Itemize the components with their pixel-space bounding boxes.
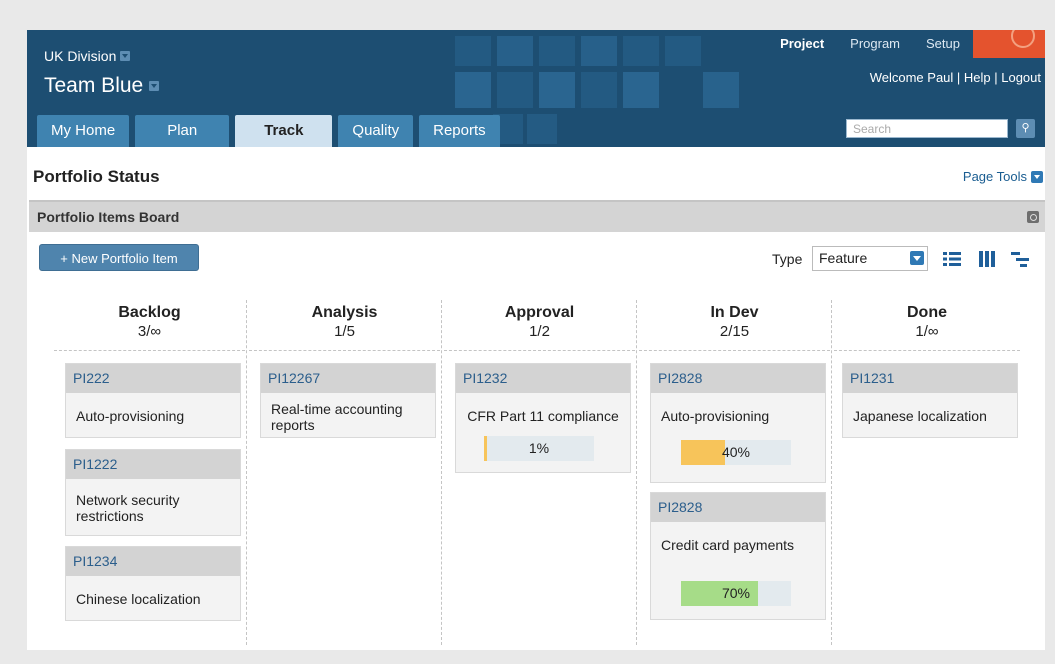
progress-label: 40%: [721, 444, 751, 460]
gantt-view-icon[interactable]: [1010, 249, 1030, 269]
nav-tab-reports[interactable]: Reports: [419, 115, 500, 147]
user-links[interactable]: Welcome Paul | Help | Logout: [870, 70, 1041, 85]
card-title: CFR Part 11 compliance: [467, 408, 619, 424]
type-select-value: Feature: [819, 250, 868, 266]
column-title: Backlog: [118, 304, 181, 321]
column-title: Approval: [504, 304, 575, 321]
portfolio-card[interactable]: PI222 Auto-provisioning: [65, 363, 241, 438]
list-view-icon[interactable]: [942, 249, 962, 269]
division-label: UK Division: [44, 48, 117, 64]
progress-bar: 1%: [484, 436, 594, 461]
card-title: Credit card payments: [661, 537, 795, 553]
type-label: Type: [772, 251, 803, 267]
column-title: Analysis: [311, 304, 378, 321]
portfolio-card[interactable]: PI12267 Real-time accounting reports: [260, 363, 436, 438]
column-count: 1/5: [334, 323, 355, 340]
tab-setup[interactable]: Setup: [913, 30, 973, 58]
app-window: UK Division Team Blue Project Program Se…: [27, 30, 1045, 650]
chevron-down-icon: [120, 51, 131, 61]
nav-tab-plan[interactable]: Plan: [135, 115, 230, 147]
board-column-done: Done 1/∞ PI1231 Japanese localization: [832, 300, 1022, 645]
card-title: Real-time accounting reports: [271, 401, 403, 433]
column-count: 1/2: [529, 323, 550, 340]
team-label: Team Blue: [44, 74, 144, 97]
portfolio-card[interactable]: PI1234 Chinese localization: [65, 546, 241, 621]
progress-label: 70%: [721, 585, 751, 601]
new-portfolio-item-button[interactable]: + New Portfolio Item: [39, 244, 199, 271]
nav-tab-track[interactable]: Track: [235, 115, 333, 147]
card-id[interactable]: PI12267: [261, 364, 435, 393]
progress-bar: 40%: [681, 440, 791, 465]
board-column-analysis: Analysis 1/5 PI12267 Real-time accountin…: [247, 300, 442, 645]
tab-program[interactable]: Program: [837, 30, 913, 58]
card-id[interactable]: PI1232: [456, 364, 630, 393]
context-tabs: Project Program Setup: [767, 30, 1045, 58]
tab-project[interactable]: Project: [767, 30, 837, 58]
column-title: In Dev: [710, 304, 759, 321]
page-tools-menu[interactable]: Page Tools: [963, 169, 1043, 184]
portfolio-card[interactable]: PI2828 Credit card payments 70%: [650, 492, 826, 620]
page-tools-label: Page Tools: [962, 169, 1027, 184]
board-column-backlog: Backlog 3/∞ PI222 Auto-provisioning PI12…: [52, 300, 247, 645]
card-id[interactable]: PI222: [66, 364, 240, 393]
card-title: Network security restrictions: [76, 492, 180, 524]
card-title: Japanese localization: [853, 408, 987, 424]
card-id[interactable]: PI2828: [651, 493, 825, 522]
portfolio-card[interactable]: PI1231 Japanese localization: [842, 363, 1018, 438]
search-input[interactable]: Search: [846, 119, 1008, 138]
card-id[interactable]: PI1234: [66, 547, 240, 576]
chevron-down-icon: [910, 251, 924, 265]
panel-title: Portfolio Items Board: [37, 209, 180, 225]
brand-logo: [973, 30, 1045, 58]
search-icon[interactable]: ⚲: [1016, 119, 1035, 138]
chevron-down-icon: [1031, 170, 1043, 183]
column-count: 1/∞: [915, 323, 939, 340]
chevron-down-icon: [149, 81, 160, 91]
card-id[interactable]: PI1222: [66, 450, 240, 479]
card-title: Auto-provisioning: [76, 408, 185, 424]
column-count: 2/15: [719, 323, 750, 340]
board-column-approval: Approval 1/2 PI1232 CFR Part 11 complian…: [442, 300, 637, 645]
main-nav: My Home Plan Track Quality Reports: [37, 115, 500, 147]
header-bar: UK Division Team Blue Project Program Se…: [27, 30, 1045, 147]
portfolio-card[interactable]: PI2828 Auto-provisioning 40%: [650, 363, 826, 483]
card-id[interactable]: PI1231: [843, 364, 1017, 393]
panel-header: Portfolio Items Board: [29, 200, 1045, 232]
progress-bar: 70%: [681, 581, 791, 606]
nav-tab-quality[interactable]: Quality: [338, 115, 414, 147]
type-select[interactable]: Feature: [812, 246, 928, 271]
division-selector[interactable]: UK Division: [44, 48, 131, 64]
card-title: Chinese localization: [76, 591, 201, 607]
column-title: Done: [907, 304, 947, 321]
team-selector[interactable]: Team Blue: [44, 74, 160, 98]
portfolio-card[interactable]: PI1232 CFR Part 11 compliance 1%: [455, 363, 631, 473]
page-title: Portfolio Status: [33, 167, 160, 186]
portfolio-card[interactable]: PI1222 Network security restrictions: [65, 449, 241, 536]
column-view-icon[interactable]: [977, 249, 997, 269]
nav-tab-my-home[interactable]: My Home: [37, 115, 130, 147]
card-id[interactable]: PI2828: [651, 364, 825, 393]
card-title: Auto-provisioning: [661, 408, 770, 424]
panel-settings-icon[interactable]: [1027, 211, 1039, 223]
column-count: 3/∞: [137, 323, 162, 340]
progress-label: 1%: [528, 440, 550, 456]
board-column-in-dev: In Dev 2/15 PI2828 Auto-provisioning 40%…: [637, 300, 832, 645]
